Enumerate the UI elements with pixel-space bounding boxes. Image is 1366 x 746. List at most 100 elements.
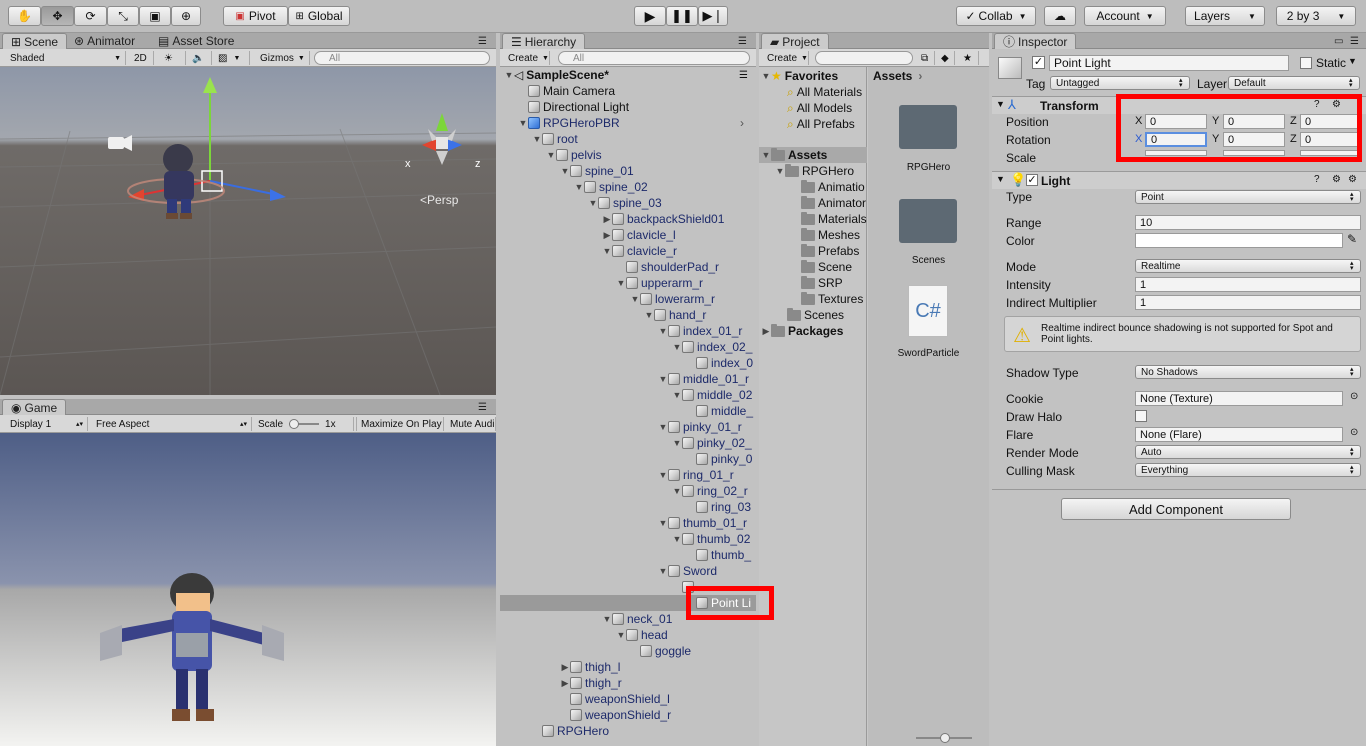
chevron-right-icon[interactable]: ▶ — [560, 678, 570, 689]
hierarchy-item[interactable]: thumb_ — [686, 547, 751, 563]
chevron-right-icon[interactable]: ▶ — [602, 214, 612, 225]
chevron-right-icon[interactable]: ▶ — [761, 326, 771, 337]
hierarchy-item[interactable]: ▼ pinky_02_ — [672, 435, 752, 451]
display-dropdown[interactable]: Display 1 ▴▾ — [6, 417, 88, 431]
layout-dropdown[interactable]: 2 by 3 ▼ — [1276, 6, 1356, 26]
scale-tool-button[interactable]: ⤡ — [107, 6, 139, 26]
hierarchy-item[interactable]: ▼ ring_01_r — [658, 467, 734, 483]
chevron-down-icon[interactable]: ▼ — [775, 166, 785, 176]
tab-animator[interactable]: ⊛ Animator — [66, 33, 143, 49]
chevron-down-icon[interactable]: ▼ — [602, 246, 612, 256]
favorites-row[interactable]: ▼ ★ Favorites — [761, 68, 839, 84]
object-picker-icon[interactable]: ⊙ — [1350, 427, 1358, 438]
tag-dropdown[interactable]: Untagged — [1050, 76, 1190, 90]
chevron-down-icon[interactable]: ▼ — [1348, 56, 1357, 66]
scene-row[interactable]: ▼ ◁ SampleScene* ☰ — [504, 67, 752, 83]
project-create-dropdown[interactable]: Create ▼ — [763, 51, 809, 65]
light-enabled-checkbox[interactable]: ✓ — [1026, 174, 1038, 186]
chevron-down-icon[interactable]: ▼ — [602, 614, 612, 624]
move-tool-button[interactable]: ✥ — [41, 6, 74, 26]
chevron-right-icon[interactable]: ▶ — [602, 230, 612, 241]
hierarchy-item[interactable]: Directional Light — [518, 99, 629, 115]
hierarchy-item[interactable]: ▶ backpackShield01 — [602, 211, 725, 227]
gear-icon[interactable]: ⚙ — [1348, 174, 1357, 185]
add-component-button[interactable]: Add Component — [1061, 498, 1291, 520]
folder-icon[interactable] — [899, 199, 957, 243]
chevron-down-icon[interactable]: ▼ — [761, 71, 771, 81]
project-search-input[interactable] — [815, 51, 913, 65]
chevron-down-icon[interactable]: ▼ — [504, 70, 514, 80]
chevron-down-icon[interactable]: ▼ — [672, 342, 682, 352]
hierarchy-item[interactable]: weaponShield_l — [560, 691, 670, 707]
hierarchy-item[interactable]: ▼ RPGHeroPBR › — [518, 115, 744, 131]
hierarchy-item[interactable]: ▼ thumb_01_r — [658, 515, 748, 531]
lighting-toggle[interactable]: ☀ — [160, 51, 186, 65]
hierarchy-item[interactable]: ▼ pelvis — [546, 147, 602, 163]
hierarchy-item[interactable]: Main Camera — [518, 83, 615, 99]
project-folder-row[interactable]: Scene — [801, 259, 852, 275]
scenes-folder-row[interactable]: Scenes — [787, 307, 844, 323]
chevron-down-icon[interactable]: ▼ — [546, 150, 556, 160]
assets-row[interactable]: ▼ Assets — [759, 147, 867, 163]
account-dropdown[interactable]: Account ▼ — [1084, 6, 1166, 26]
chevron-down-icon[interactable]: ▼ — [672, 486, 682, 496]
hierarchy-item[interactable]: shoulderPad_r — [616, 259, 719, 275]
hierarchy-item[interactable]: ▼ Sword — [658, 563, 717, 579]
chevron-down-icon[interactable]: ▼ — [658, 422, 668, 432]
flare-field[interactable]: None (Flare) — [1135, 427, 1343, 442]
range-input[interactable]: 10 — [1135, 215, 1361, 230]
hierarchy-item[interactable]: ▼ root — [532, 131, 578, 147]
chevron-down-icon[interactable]: ▼ — [630, 294, 640, 304]
chevron-down-icon[interactable]: ▼ — [672, 534, 682, 544]
chevron-down-icon[interactable]: ▼ — [644, 310, 654, 320]
cloud-button[interactable]: ☁ — [1044, 6, 1076, 26]
pivot-toggle[interactable]: ▣ Pivot — [223, 6, 288, 26]
transform-tool-button[interactable]: ⊕ — [171, 6, 201, 26]
hierarchy-item[interactable]: ▼ ring_02_r — [672, 483, 748, 499]
chevron-down-icon[interactable]: ▼ — [518, 118, 528, 128]
filter-type-button[interactable]: ⧉ — [917, 51, 935, 65]
hierarchy-item[interactable]: ▼ index_02_ — [672, 339, 753, 355]
hand-tool-button[interactable]: ✋ — [8, 6, 41, 26]
project-folder-row[interactable]: Meshes — [801, 227, 860, 243]
project-folder-row[interactable]: Prefabs — [801, 243, 859, 259]
hierarchy-item[interactable]: ▼ head — [616, 627, 668, 643]
chevron-down-icon[interactable]: ▼ — [616, 278, 626, 288]
type-dropdown[interactable]: Point — [1135, 190, 1361, 204]
hierarchy-item[interactable]: ring_03 — [686, 499, 751, 515]
tab-game[interactable]: ◉ Game — [2, 399, 67, 415]
hierarchy-item[interactable]: ▼ thumb_02 — [672, 531, 751, 547]
shadow-type-dropdown[interactable]: No Shadows — [1135, 365, 1361, 379]
scene-search-input[interactable]: All — [314, 51, 490, 65]
scene-viewport[interactable]: x z <Persp — [0, 67, 496, 395]
light-header[interactable]: ▼ 💡 ✓ Light ? ⚙ ⚙ — [992, 171, 1366, 189]
hierarchy-item[interactable]: RPGHero — [532, 723, 609, 739]
mode-dropdown[interactable]: Realtime — [1135, 259, 1361, 273]
chevron-down-icon[interactable]: ▼ — [996, 174, 1005, 184]
rect-tool-button[interactable]: ▣ — [139, 6, 171, 26]
favorite-button[interactable]: ★ — [959, 51, 979, 65]
play-button[interactable]: ▶ — [634, 6, 666, 26]
hierarchy-item[interactable]: weaponShield_r — [560, 707, 671, 723]
audio-toggle[interactable]: 🔈 — [188, 51, 212, 65]
hierarchy-item[interactable]: ▼ index_01_r — [658, 323, 743, 339]
hierarchy-item[interactable]: middle_ — [686, 403, 753, 419]
hierarchy-item[interactable]: ▼ lowerarm_r — [630, 291, 715, 307]
object-picker-icon[interactable]: ⊙ — [1350, 391, 1358, 402]
chevron-down-icon[interactable]: ▼ — [560, 166, 570, 176]
2d-toggle[interactable]: 2D — [130, 51, 154, 65]
chevron-down-icon[interactable]: ▼ — [658, 374, 668, 384]
shading-dropdown[interactable]: Shaded ▼ — [6, 51, 126, 65]
effects-dropdown[interactable]: ▨ ▼ — [214, 51, 250, 65]
chevron-down-icon[interactable]: ▼ — [658, 470, 668, 480]
hierarchy-item[interactable]: ▼ spine_03 — [588, 195, 662, 211]
render-mode-dropdown[interactable]: Auto — [1135, 445, 1361, 459]
asset-swordparticle[interactable]: SwordParticle — [868, 348, 989, 359]
chevron-down-icon[interactable]: ▼ — [761, 150, 771, 160]
chevron-right-icon[interactable]: › — [740, 116, 744, 130]
filter-label-button[interactable]: ◆ — [937, 51, 955, 65]
project-folder-row[interactable]: Animatio — [801, 179, 865, 195]
settings-icon[interactable]: ⚙ — [1332, 174, 1341, 185]
hierarchy-item[interactable]: ▶ clavicle_l — [602, 227, 676, 243]
chevron-down-icon[interactable]: ▼ — [616, 630, 626, 640]
